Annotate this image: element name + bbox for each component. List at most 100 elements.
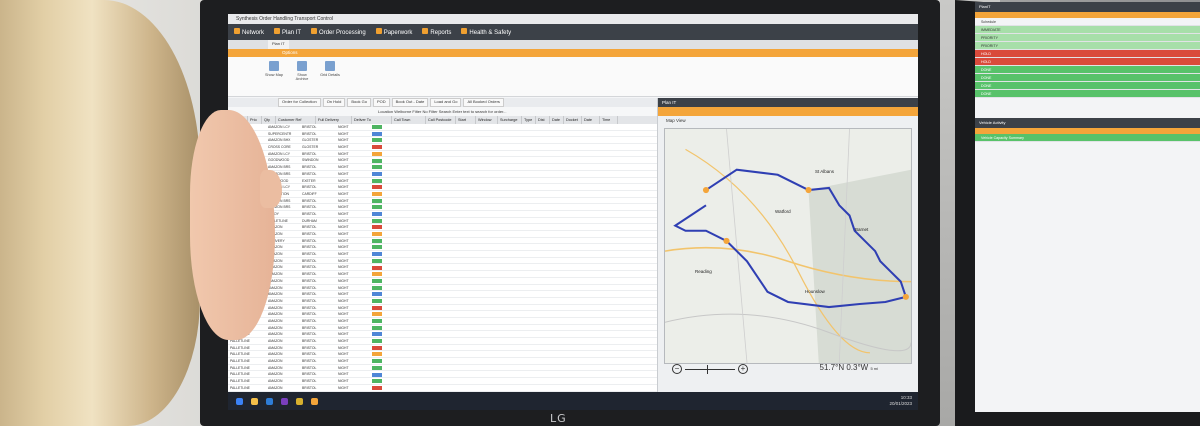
schedule-row[interactable]: DONE xyxy=(975,66,1200,74)
menu-planit[interactable]: Plan IT xyxy=(274,28,301,36)
column-header[interactable]: Date xyxy=(550,116,564,124)
column-header[interactable]: Surcharge xyxy=(498,116,522,124)
location-select[interactable]: Welborne xyxy=(394,109,411,114)
map-view[interactable]: Barnet Hounslow St Albans Watford Readin… xyxy=(664,128,912,364)
schedule-row[interactable]: HOLD xyxy=(975,50,1200,58)
column-header[interactable]: Full Delivery xyxy=(316,116,352,124)
table-row[interactable]: PALLETLINEAMAZON LCYBRISTOLNIGHT xyxy=(228,184,657,191)
table-row[interactable]: PALLETLINEPALLETLINEDURHAMNIGHT xyxy=(228,218,657,225)
search-input[interactable]: Enter text to search for order... xyxy=(453,109,507,114)
table-row[interactable]: PALLETLINEAMAZONBRISTOLNIGHT xyxy=(228,244,657,252)
table-row[interactable]: PALLETLINEAMAZON LCYBRISTOLNIGHT xyxy=(228,151,657,158)
table-row[interactable]: PALLETLINEAMAZONBRISTOLNIGHT xyxy=(228,278,657,285)
app-icon[interactable] xyxy=(296,397,303,405)
menu-order-processing[interactable]: Order Processing xyxy=(311,28,366,36)
column-header[interactable]: Call Town xyxy=(392,116,426,124)
table-row[interactable]: PALLETLINEAMAZONBRISTOLNIGHT xyxy=(228,258,657,265)
schedule-row[interactable]: DONE xyxy=(975,90,1200,98)
teams-icon[interactable] xyxy=(281,397,288,405)
tab-on-hold[interactable]: On Hold xyxy=(322,98,346,107)
tab-pod[interactable]: POD xyxy=(372,98,390,107)
table-row[interactable]: PALLETLINEAMAZON BRSBRISTOLNIGHT xyxy=(228,164,657,171)
menu-health-safety[interactable]: Health & Safety xyxy=(461,28,511,36)
table-row[interactable]: PALLETLINEAMAZONBRISTOLNIGHT xyxy=(228,298,657,305)
table-row[interactable]: PALLETLINEAMAZONBRISTOLNIGHT xyxy=(228,251,657,258)
tab-book-go[interactable]: Book Go xyxy=(347,98,371,107)
table-row[interactable]: PALLETLINEAMAZONBRISTOLNIGHT xyxy=(228,271,657,278)
schedule-row[interactable]: HOLD xyxy=(975,58,1200,66)
column-header[interactable]: Window xyxy=(476,116,498,124)
table-row[interactable]: PALLETLINEAMAZONBRISTOLNIGHT xyxy=(228,345,657,352)
table-row[interactable]: PALLETLINEAMAZONBRISTOLNIGHT xyxy=(228,338,657,345)
table-row[interactable]: PALLETLINEAMAZONBRISTOLNIGHT xyxy=(228,311,657,318)
tab-order-collection[interactable]: Order for Collection xyxy=(278,98,321,107)
table-row[interactable]: PALLETLINEAMAZONBRISTOLNIGHT xyxy=(228,371,657,379)
column-header[interactable]: Type xyxy=(522,116,536,124)
table-row[interactable]: PALLETLINEALLOYBRISTOLNIGHT xyxy=(228,211,657,218)
menu-reports[interactable]: Reports xyxy=(422,28,451,36)
archive-icon xyxy=(297,61,307,71)
table-row[interactable]: PALLETLINEAMAZONBRISTOLNIGHT xyxy=(228,224,657,231)
schedule-row[interactable]: IMMEDIATE xyxy=(975,26,1200,34)
table-row[interactable]: PALLETLINEAMAZON LCYBRISTOLNIGHT xyxy=(228,124,657,131)
table-row[interactable]: PALLETLINEAMAZONBRISTOLNIGHT xyxy=(228,231,657,238)
zoom-handle[interactable] xyxy=(707,364,708,374)
schedule-row[interactable]: DONE xyxy=(975,74,1200,82)
explorer-icon[interactable] xyxy=(251,397,258,405)
table-row[interactable]: PALLETLINEAMAZONBRISTOLNIGHT xyxy=(228,305,657,312)
column-header[interactable]: Start xyxy=(456,116,476,124)
column-header[interactable]: Qty xyxy=(262,116,276,124)
tab-all-booked[interactable]: All Booked Orders xyxy=(463,98,504,107)
menu-network[interactable]: Network xyxy=(234,28,264,36)
table-row[interactable]: PALLETLINEAMAZONBRISTOLNIGHT xyxy=(228,365,657,372)
table-row[interactable]: PALLETLINEAMAZONBRISTOLNIGHT xyxy=(228,264,657,272)
table-row[interactable]: PALLETLINEAMAZONBRISTOLNIGHT xyxy=(228,378,657,385)
zoom-in-button[interactable]: + xyxy=(738,364,748,374)
table-row[interactable]: PALLETLINEAMAZONBRISTOLNIGHT xyxy=(228,318,657,325)
table-row[interactable]: PALLETLINEAMAZONBRISTOLNIGHT xyxy=(228,358,657,365)
table-row[interactable]: PALLETLINEAMAZON BRSBRISTOLNIGHT xyxy=(228,204,657,211)
column-header[interactable]: Customer Ref xyxy=(276,116,316,124)
table-row[interactable]: PALLETLINEAMAZON BRSBRISTOLNIGHT xyxy=(228,198,657,205)
edge-icon[interactable] xyxy=(266,397,273,405)
show-map-button[interactable]: Show Map xyxy=(264,61,284,96)
zoom-out-button[interactable]: − xyxy=(672,364,682,374)
start-icon[interactable] xyxy=(236,397,243,405)
zoom-slider[interactable] xyxy=(685,364,735,374)
table-cell: BRISTOL xyxy=(302,345,317,350)
column-header[interactable]: Time xyxy=(600,116,618,124)
table-row[interactable]: PALLETLINEAMAZONBRISTOLNIGHT xyxy=(228,325,657,332)
table-row[interactable]: PALLETLINEAMAZON BRSBRISTOLNIGHT xyxy=(228,171,657,178)
schedule-row[interactable]: DONE xyxy=(975,82,1200,90)
table-row[interactable]: PALLETLINEAMAZON BHXGLOSTERNIGHT xyxy=(228,137,657,145)
tab-book-out[interactable]: Book Out - Date xyxy=(391,98,429,107)
table-row[interactable]: PALLETLINEGOODWOODSWINDONNIGHT xyxy=(228,157,657,165)
table-row[interactable]: PALLETLINESUPERCENTRBRISTOLNIGHT xyxy=(228,131,657,138)
menu-paperwork[interactable]: Paperwork xyxy=(375,28,412,36)
table-row[interactable]: PALLETLINEAMAZONBRISTOLNIGHT xyxy=(228,385,657,392)
table-row[interactable]: PALLETLINEAMAZONBRISTOLNIGHT xyxy=(228,351,657,359)
column-header[interactable]: Prio xyxy=(248,116,262,124)
table-cell: BRISTOL xyxy=(302,305,317,310)
options-bar[interactable]: Options xyxy=(228,49,918,57)
grid-details-button[interactable]: Grid Details xyxy=(320,61,340,96)
column-header[interactable]: Dist xyxy=(536,116,550,124)
table-row[interactable]: PALLETLINEPROMOTIONCARDIFFNIGHT xyxy=(228,191,657,198)
column-header[interactable]: Docket xyxy=(564,116,582,124)
column-header[interactable]: Date xyxy=(582,116,600,124)
table-row[interactable]: PALLETLINECROSS COREGLOSTERNIGHT xyxy=(228,144,657,151)
table-row[interactable]: PALLETLINEAMAZONBRISTOLNIGHT xyxy=(228,291,657,298)
table-row[interactable]: PALLETLINESHERWOODEXETERNIGHT xyxy=(228,178,657,185)
tab-load-and-go[interactable]: Load and Go xyxy=(430,98,462,107)
filter-select[interactable]: No Filter xyxy=(422,109,437,114)
tab-planit[interactable]: Plan IT xyxy=(268,40,289,49)
schedule-row[interactable]: PRIORITY xyxy=(975,42,1200,50)
table-row[interactable]: PALLETLINEAMAZONBRISTOLNIGHT xyxy=(228,331,657,338)
table-row[interactable]: PALLETLINEAMAZONBRISTOLNIGHT xyxy=(228,285,657,292)
table-row[interactable]: PALLETLINEDELIVERYBRISTOLNIGHT xyxy=(228,238,657,245)
schedule-row[interactable]: PRIORITY xyxy=(975,34,1200,42)
show-archive-button[interactable]: Show Archive xyxy=(292,61,312,96)
column-header[interactable]: Call Postcode xyxy=(426,116,456,124)
column-header[interactable]: Deliver To xyxy=(352,116,392,124)
planit-taskbar-icon[interactable] xyxy=(311,397,318,405)
